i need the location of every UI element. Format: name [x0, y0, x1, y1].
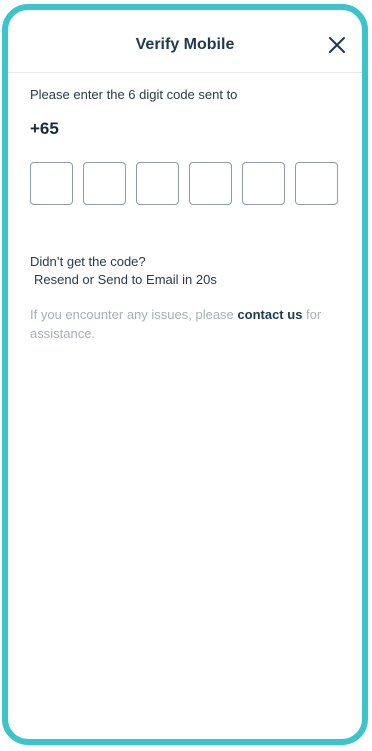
resend-action-text[interactable]: Resend or Send to Email in 20s	[30, 271, 346, 289]
modal-content: Please enter the 6 digit code sent to +6…	[30, 86, 346, 343]
code-prompt-text: Please enter the 6 digit code sent to	[30, 87, 238, 102]
close-button[interactable]	[326, 34, 348, 56]
help-text-prefix: If you encounter any issues, please	[30, 307, 238, 322]
code-digit-5[interactable]	[242, 162, 285, 205]
phone-number: +65	[30, 119, 59, 138]
code-digit-2[interactable]	[83, 162, 126, 205]
code-digit-1[interactable]	[30, 162, 73, 205]
verify-mobile-modal: Verify Mobile Please enter the 6 digit c…	[2, 4, 368, 745]
code-input-group	[30, 162, 346, 205]
resend-question: Didn’t get the code?	[30, 254, 146, 269]
contact-us-link[interactable]: contact us	[237, 307, 302, 322]
code-digit-3[interactable]	[136, 162, 179, 205]
modal-title: Verify Mobile	[135, 36, 235, 53]
modal-header: Verify Mobile	[8, 10, 362, 73]
close-icon	[329, 37, 345, 53]
resend-section: Didn’t get the code? Resend or Send to E…	[30, 253, 346, 289]
help-text: If you encounter any issues, please cont…	[30, 305, 346, 343]
code-digit-4[interactable]	[189, 162, 232, 205]
code-digit-6[interactable]	[295, 162, 338, 205]
